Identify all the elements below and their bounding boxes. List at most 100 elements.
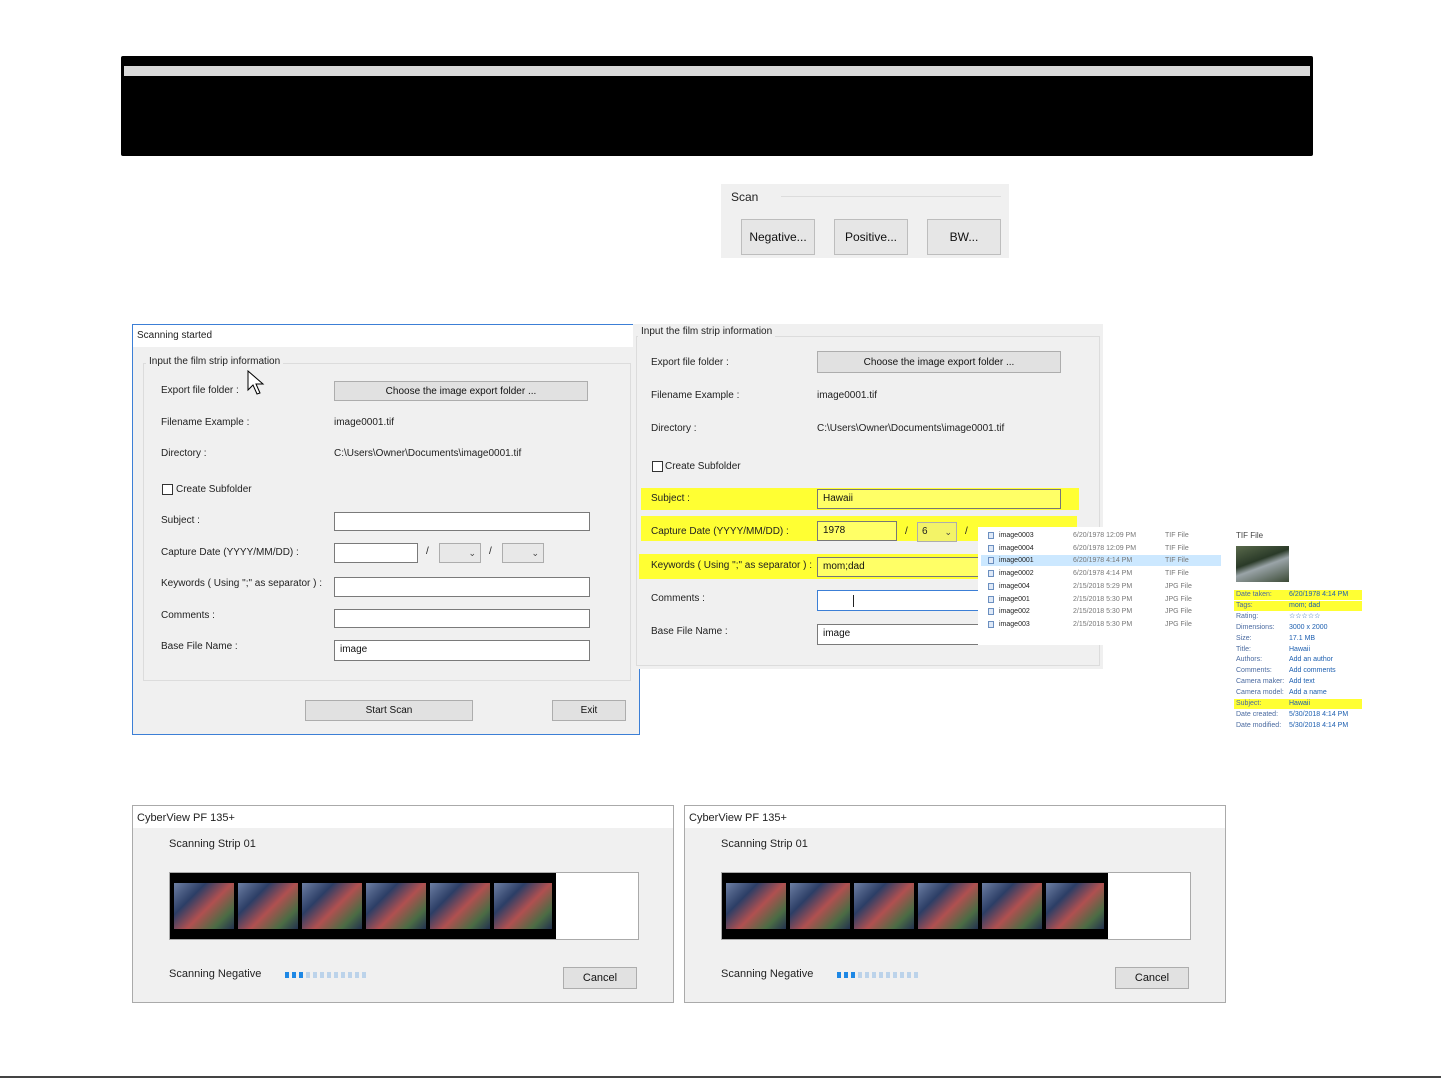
capture-month-select-filled[interactable]: 6 ⌄ [917,522,957,542]
chevron-down-icon: ⌄ [944,527,952,537]
capture-day-select[interactable]: ⌄ [502,543,544,563]
file-row[interactable]: image001 2/15/2018 5:30 PM JPG File [986,595,1222,605]
scan-group-line [781,196,1001,197]
bw-button[interactable]: BW... [927,219,1001,255]
file-row[interactable]: image0002 6/20/1978 4:14 PM TIF File [986,569,1222,579]
file-type: TIF File [1165,570,1189,578]
scan-window-2-title: CyberView PF 135+ [689,812,787,824]
film-frame [918,883,978,929]
details-field-key: Dimensions: [1236,623,1275,631]
film-frame [1046,883,1104,929]
details-field: Size: 17.1 MB [1234,634,1362,644]
progress-segment [844,972,848,978]
banner-stripe [124,66,1310,76]
scan-progress-1 [285,972,375,978]
details-field: Camera model: Add a name [1234,688,1362,698]
film-strip-group-title: Input the film strip information [146,356,284,368]
capture-month-select[interactable]: ⌄ [439,543,481,563]
directory-label-filled: Directory : [651,423,697,434]
file-type: TIF File [1165,532,1189,539]
file-icon [988,582,994,590]
create-subfolder-checkbox[interactable] [162,484,173,495]
keywords-input[interactable] [334,577,590,597]
date-separator-1: / [426,546,429,557]
film-preview-1 [169,872,639,940]
capture-date-label-filled: Capture Date (YYYY/MM/DD) : [651,526,789,537]
capture-year-input[interactable] [334,543,418,563]
details-field-value: Add a name [1289,689,1327,697]
base-file-name-input[interactable]: image [334,640,590,661]
subject-input-filled[interactable]: Hawaii [817,489,1061,509]
file-icon [988,544,994,552]
film-frame [366,883,426,929]
file-row[interactable]: image002 2/15/2018 5:30 PM JPG File [986,607,1222,617]
filename-example-label: Filename Example : [161,417,250,428]
cancel-button[interactable]: Cancel [563,967,637,989]
file-icon [988,608,994,616]
create-subfolder-checkbox-filled[interactable] [652,461,663,472]
choose-export-folder-button[interactable]: Choose the image export folder ... [334,381,588,401]
dialog-title: Scanning started [137,330,213,341]
base-file-name-input-filled[interactable]: image [817,624,987,645]
details-field-value: Hawaii [1289,700,1311,707]
subject-input[interactable] [334,512,590,531]
exit-button[interactable]: Exit [552,700,626,721]
progress-segment [362,972,366,978]
file-date: 6/20/1978 12:09 PM [1073,544,1137,552]
scan-window-2: CyberView PF 135+ Scanning Strip 01 Scan… [684,805,1226,1003]
file-row[interactable]: image0001 6/20/1978 4:14 PM TIF File [986,556,1222,566]
progress-segment [872,972,876,978]
file-row[interactable]: image004 2/15/2018 5:29 PM JPG File [986,582,1222,592]
file-type: JPG File [1165,595,1192,603]
file-date: 6/20/1978 4:14 PM [1073,570,1133,578]
details-field: Date created: 5/30/2018 4:14 PM [1234,710,1362,720]
date-separator-2: / [489,546,492,557]
details-field-value: Add comments [1289,667,1336,675]
capture-month-value: 6 [922,526,928,537]
details-field-key: Camera maker: [1236,678,1285,686]
date-separator-1-filled: / [905,526,908,537]
file-icon [988,532,994,539]
details-field: Date taken: 6/20/1978 4:14 PM [1234,590,1362,600]
progress-segment [313,972,317,978]
file-type: JPG File [1165,608,1192,616]
details-field-key: Rating: [1236,612,1259,620]
film-strip-group-title-filled: Input the film strip information [638,326,776,338]
details-field-value: 6/20/1978 4:14 PM [1289,591,1349,598]
scanning-status-2: Scanning Negative [721,968,814,980]
film-frame [174,883,234,929]
details-field-value: Add an author [1289,656,1333,664]
file-row[interactable]: image0004 6/20/1978 12:09 PM TIF File [986,544,1222,554]
comments-input-filled[interactable] [817,590,987,611]
film-frame [430,883,490,929]
capture-year-input-filled[interactable]: 1978 [817,521,897,541]
scan-group: Scan Negative... Positive... BW... [721,184,1009,258]
details-field-value: 3000 x 2000 [1289,623,1328,631]
progress-segment [851,972,855,978]
file-name: image003 [999,620,1030,628]
details-field-value: 5/30/2018 4:14 PM [1289,721,1349,729]
keywords-input-filled[interactable]: mom;dad [817,557,987,577]
file-row[interactable]: image0003 6/20/1978 12:09 PM TIF File [986,531,1222,541]
cancel-button[interactable]: Cancel [1115,967,1189,989]
details-field: Title: Hawaii [1234,645,1362,655]
file-name: image0002 [999,570,1034,578]
choose-export-folder-button-filled[interactable]: Choose the image export folder ... [817,351,1061,373]
progress-segment [341,972,345,978]
chevron-down-icon: ⌄ [531,548,539,558]
details-field-key: Tags: [1236,601,1253,609]
file-row[interactable]: image003 2/15/2018 5:30 PM JPG File [986,620,1222,630]
progress-segment [837,972,841,978]
comments-input[interactable] [334,609,590,628]
positive-button[interactable]: Positive... [834,219,908,255]
start-scan-button[interactable]: Start Scan [305,700,473,721]
details-field-key: Date created: [1236,710,1279,718]
details-field: Rating: ☆☆☆☆☆ [1234,612,1362,622]
details-pane: TIF File Date taken: 6/20/1978 4:14 PM Tag… [1228,527,1368,733]
negative-button[interactable]: Negative... [741,219,815,255]
file-list: image0003 6/20/1978 12:09 PM TIF File image… [978,527,1224,645]
file-name: image002 [999,608,1030,616]
capture-date-label: Capture Date (YYYY/MM/DD) : [161,547,299,558]
photo-thumbnail [1236,546,1289,582]
details-field-key: Date taken: [1236,591,1272,598]
